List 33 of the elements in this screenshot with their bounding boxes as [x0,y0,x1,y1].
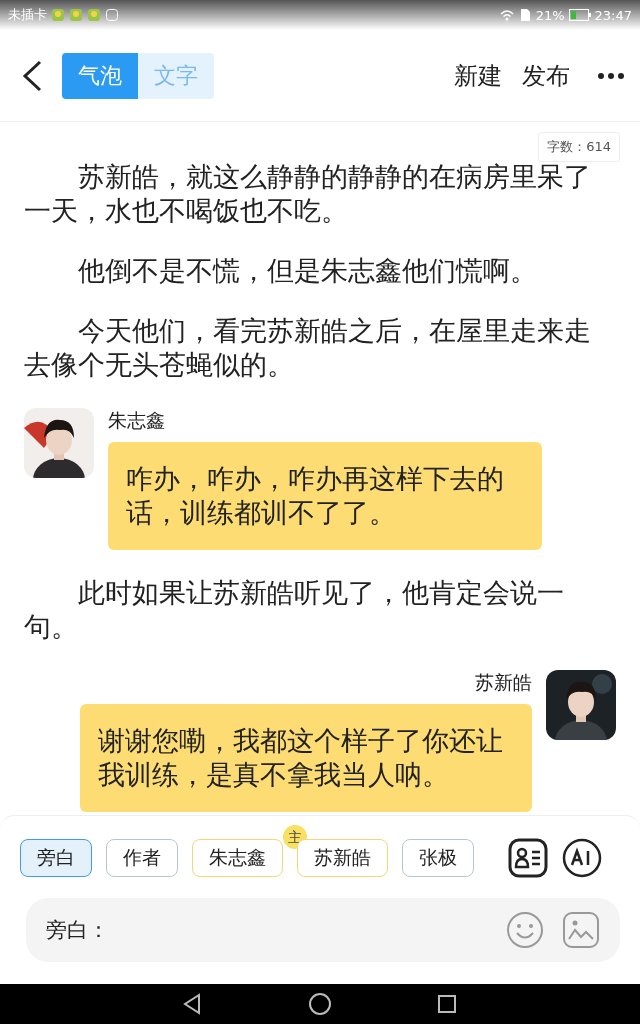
narration-text: 今天他们，看完苏新皓之后，在屋里走来走去像个无头苍蝇似的。 [24,314,592,382]
wifi-icon [499,8,514,22]
role-chip[interactable]: 张极 [402,839,474,877]
word-count-badge: 字数：614 [538,132,620,162]
narration-text: 此时如果让苏新皓听见了，他肯定会说一句。 [24,576,565,644]
back-button[interactable] [20,58,44,93]
role-chip[interactable]: 旁白 [20,839,92,877]
contact-card-icon[interactable] [508,838,548,878]
notification-icon [105,8,119,22]
notification-icon [51,8,65,22]
notification-icon [87,8,101,22]
notification-icon [69,8,83,22]
narration-text: 他倒不是不慌，但是朱志鑫他们慌啊。 [77,254,538,288]
header-action-button[interactable]: 新建 [454,59,502,92]
role-chip[interactable]: 作者 [106,839,178,877]
role-chip[interactable]: 朱志鑫 [192,839,283,877]
input-field[interactable]: 旁白： [26,898,620,962]
narration-text: 苏新皓，就这么静静的静静的在病房里呆了一天，水也不喝饭也不吃。 [24,160,592,228]
carrier-text: 未插卡 [8,6,47,24]
battery-icon [568,9,591,21]
ai-icon[interactable] [562,838,602,878]
battery-text: 21% [535,7,565,23]
header-action-button[interactable]: 发布 [522,59,570,92]
speaker-name: 苏新皓 [475,670,532,695]
image-icon[interactable] [562,911,600,949]
role-chip[interactable]: 苏新皓 [297,839,388,877]
emoji-icon[interactable] [506,911,544,949]
home-nav-icon[interactable] [308,992,332,1016]
speech-bubble: 谢谢您嘞，我都这个样子了你还让我训练，是真不拿我当人呐。 [80,704,532,812]
speaker-name: 朱志鑫 [108,408,166,433]
speech-bubble: 咋办，咋办，咋办再这样下去的话，训练都训不了了。 [108,442,542,550]
clock-text: 23:47 [594,7,632,23]
more-icon[interactable] [596,70,626,81]
